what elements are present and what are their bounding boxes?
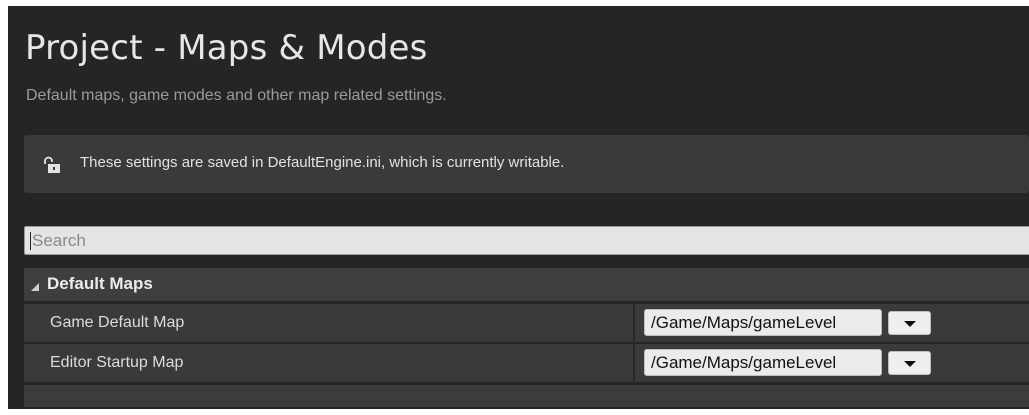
- column-splitter[interactable]: [633, 304, 635, 342]
- map-dropdown-button[interactable]: [888, 311, 931, 335]
- map-dropdown-button[interactable]: [888, 351, 931, 375]
- settings-window: Project - Maps & Modes Default maps, gam…: [8, 6, 1029, 409]
- property-row-game-default-map: Game Default Map /Game/Maps/gameLevel: [24, 304, 1029, 342]
- unlocked-padlock-icon: [42, 156, 62, 174]
- column-splitter[interactable]: [633, 344, 635, 382]
- text-caret: [30, 232, 31, 250]
- next-category-bar: [24, 385, 1029, 407]
- property-row-editor-startup-map: Editor Startup Map /Game/Maps/gameLevel: [24, 344, 1029, 382]
- search-input[interactable]: Search: [24, 226, 1029, 255]
- dropdown-arrow-icon: [904, 321, 916, 327]
- map-path-field[interactable]: /Game/Maps/gameLevel: [644, 349, 882, 376]
- page-title: Project - Maps & Modes: [25, 28, 428, 68]
- map-path-field[interactable]: /Game/Maps/gameLevel: [644, 309, 882, 336]
- dropdown-arrow-icon: [904, 361, 916, 367]
- page-subtitle: Default maps, game modes and other map r…: [26, 87, 447, 104]
- search-placeholder: Search: [32, 231, 86, 250]
- map-path-value: /Game/Maps/gameLevel: [651, 353, 837, 372]
- property-name: Game Default Map: [50, 314, 185, 331]
- map-path-value: /Game/Maps/gameLevel: [651, 313, 837, 332]
- category-label: Default Maps: [47, 274, 153, 293]
- config-file-notice: These settings are saved in DefaultEngin…: [24, 135, 1029, 193]
- category-default-maps[interactable]: Default Maps: [24, 268, 1029, 301]
- property-name: Editor Startup Map: [50, 354, 184, 371]
- notice-text: These settings are saved in DefaultEngin…: [80, 154, 565, 171]
